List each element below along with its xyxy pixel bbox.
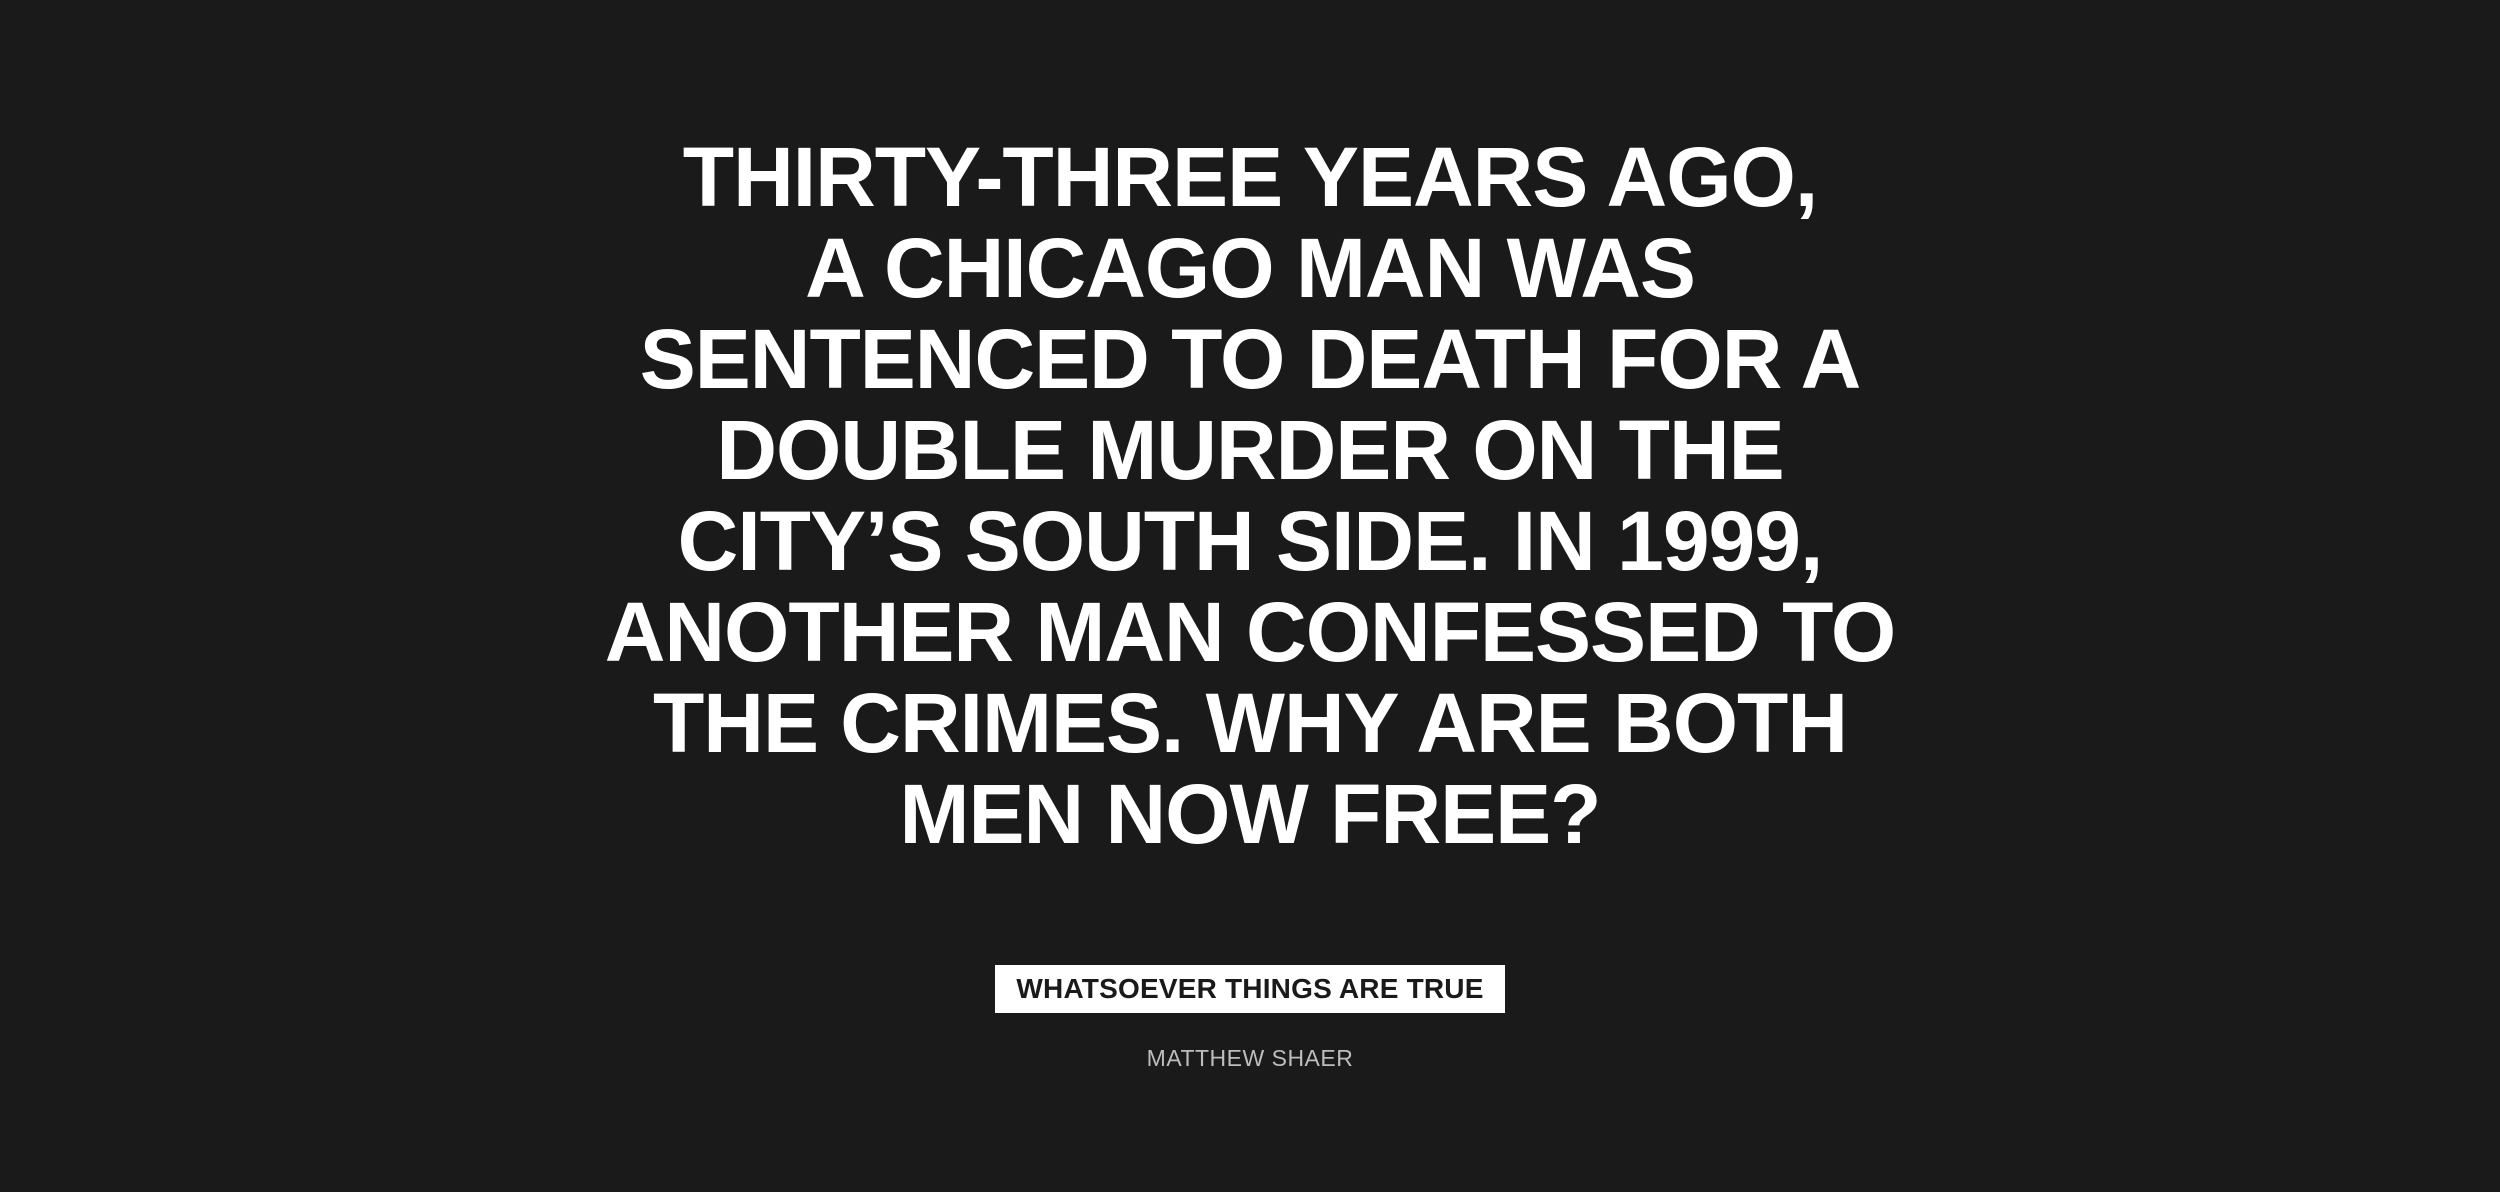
headline-line: THE CRIMES. WHY ARE BOTH: [652, 676, 1848, 770]
headline-line: DOUBLE MURDER ON THE: [716, 403, 1784, 497]
headline-line: CITY’S SOUTH SIDE. IN 1999,: [677, 494, 1824, 588]
headline-line: THIRTY-THREE YEARS AGO,: [682, 130, 1818, 224]
byline-container: MATTHEW SHAER: [0, 1043, 2500, 1073]
headline: THIRTY-THREE YEARS AGO, A CHICAGO MAN WA…: [0, 132, 2500, 860]
headline-line: A CHICAGO MAN WAS: [805, 221, 1696, 315]
author-byline-link[interactable]: MATTHEW SHAER: [1147, 1043, 1354, 1073]
headline-line: ANOTHER MAN CONFESSED TO: [604, 585, 1897, 679]
section-tag-link[interactable]: WHATSOEVER THINGS ARE TRUE: [995, 965, 1505, 1013]
article-hero: THIRTY-THREE YEARS AGO, A CHICAGO MAN WA…: [0, 0, 2500, 1192]
headline-line: MEN NOW FREE?: [899, 767, 1602, 861]
section-tag-container: WHATSOEVER THINGS ARE TRUE: [0, 965, 2500, 1013]
headline-line: SENTENCED TO DEATH FOR A: [639, 312, 1862, 406]
